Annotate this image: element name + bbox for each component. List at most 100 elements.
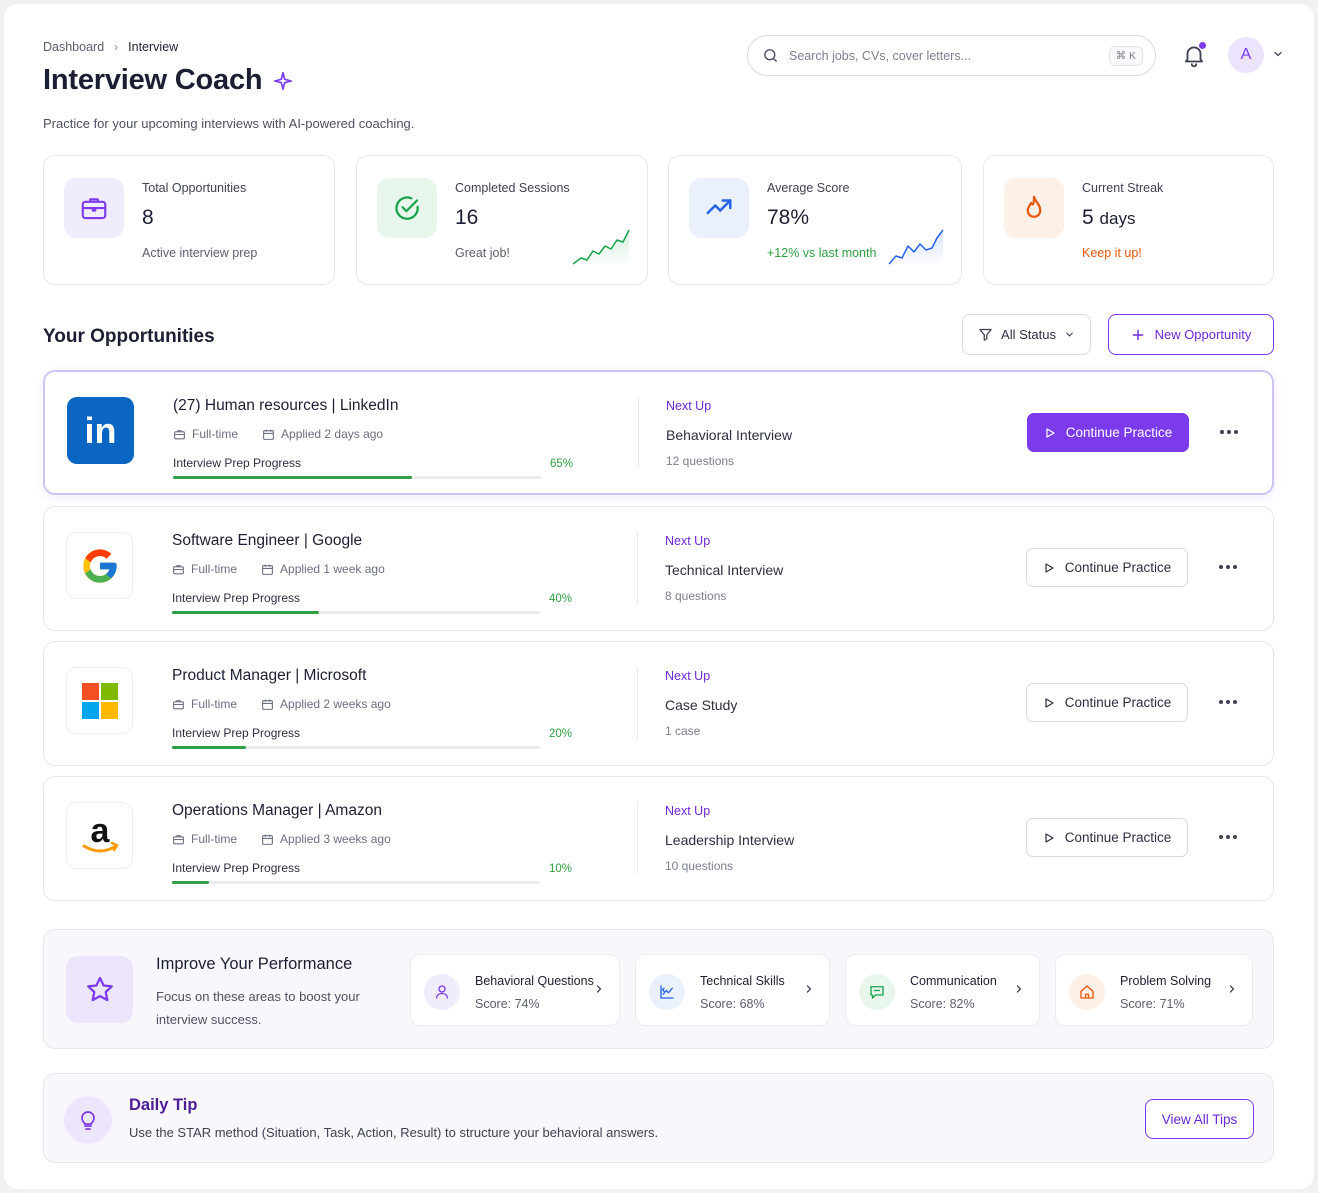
opportunity-title[interactable]: Operations Manager | Amazon (172, 802, 382, 820)
briefcase-icon (173, 564, 184, 574)
briefcase-icon (64, 178, 124, 238)
progress-track (172, 746, 540, 749)
opportunity-card-linkedin[interactable]: in (27) Human resources | LinkedIn Full-… (43, 370, 1274, 495)
search-shortcut: ⌘ K (1108, 45, 1143, 66)
more-options-icon[interactable] (1216, 692, 1240, 712)
next-up-session: Behavioral Interview (666, 427, 793, 443)
job-type: Full-time (191, 562, 238, 576)
play-icon (1045, 562, 1054, 573)
progress-percent: 10% (549, 863, 573, 875)
opportunity-title[interactable]: Product Manager | Microsoft (172, 667, 366, 685)
briefcase-icon (173, 834, 184, 844)
stat-value: 8 (142, 206, 154, 229)
focus-area-behavioral[interactable]: Behavioral Questions Score: 74% (410, 954, 620, 1026)
card-divider (637, 802, 638, 874)
avatar[interactable]: A (1228, 37, 1264, 73)
progress-label: Interview Prep Progress (172, 726, 301, 740)
opportunity-title[interactable]: (27) Human resources | LinkedIn (173, 397, 398, 415)
opportunity-meta: Full-time Applied 2 weeks ago (172, 697, 391, 711)
search-input[interactable] (789, 48, 1099, 63)
stat-label: Current Streak (1082, 181, 1164, 195)
progress-fill (172, 746, 246, 749)
focus-area-score: Score: 71% (1120, 997, 1185, 1011)
stat-card-average-score: Average Score 78% +12% vs last month (668, 155, 962, 285)
linkedin-logo: in (67, 397, 134, 464)
new-opportunity-button[interactable]: New Opportunity (1108, 314, 1274, 355)
focus-area-problem-solving[interactable]: Problem Solving Score: 71% (1055, 954, 1253, 1026)
more-options-icon[interactable] (1216, 827, 1240, 847)
focus-area-name: Communication (910, 974, 997, 988)
next-up-count: 12 questions (666, 454, 735, 468)
notification-dot (1199, 42, 1206, 49)
microsoft-logo (66, 667, 133, 734)
opportunity-title[interactable]: Software Engineer | Google (172, 532, 362, 550)
chevron-down-icon[interactable] (1272, 48, 1284, 60)
daily-tip-panel: Daily Tip Use the STAR method (Situation… (43, 1073, 1274, 1163)
daily-tip-text: Use the STAR method (Situation, Task, Ac… (129, 1125, 659, 1140)
stat-value: 5 days (1082, 206, 1135, 230)
continue-practice-button[interactable]: Continue Practice (1027, 413, 1189, 452)
progress-track (173, 476, 541, 479)
next-up-count: 1 case (665, 724, 701, 738)
svg-text:a: a (90, 812, 110, 850)
page-title-text: Interview Coach (43, 64, 263, 96)
view-all-tips-button[interactable]: View All Tips (1145, 1099, 1254, 1139)
chat-icon (859, 974, 895, 1010)
amazon-logo: a (66, 802, 133, 869)
stat-note: Keep it up! (1082, 246, 1142, 260)
page-title: Interview Coach (43, 64, 294, 97)
breadcrumb: Dashboard › Interview (43, 40, 178, 54)
job-type: Full-time (192, 427, 239, 441)
card-divider (637, 532, 638, 604)
continue-practice-label: Continue Practice (1065, 425, 1173, 440)
app-window: Dashboard › Interview Interview Coach Pr… (4, 4, 1314, 1189)
status-filter-label: All Status (1001, 327, 1056, 342)
calendar-icon (263, 429, 274, 440)
breadcrumb-dashboard[interactable]: Dashboard (43, 40, 104, 54)
opportunity-meta: Full-time Applied 1 week ago (172, 562, 385, 576)
applied-date: Applied 1 week ago (280, 562, 385, 576)
opportunity-card-amazon[interactable]: a Operations Manager | Amazon Full-time … (43, 776, 1274, 901)
applied-date: Applied 2 weeks ago (280, 697, 391, 711)
stat-note: Great job! (455, 246, 510, 260)
next-up-session: Case Study (665, 697, 738, 713)
continue-practice-button[interactable]: Continue Practice (1026, 683, 1188, 722)
progress-label: Interview Prep Progress (172, 591, 301, 605)
daily-tip-title: Daily Tip (129, 1096, 198, 1114)
status-filter-dropdown[interactable]: All Status (962, 314, 1091, 355)
focus-area-communication[interactable]: Communication Score: 82% (845, 954, 1040, 1026)
briefcase-icon (173, 699, 184, 709)
filter-icon (979, 328, 992, 341)
next-up-count: 8 questions (665, 589, 727, 603)
card-divider (637, 667, 638, 739)
stat-label: Average Score (767, 181, 850, 195)
more-options-icon[interactable] (1217, 422, 1241, 442)
stat-label: Total Opportunities (142, 181, 247, 195)
improve-performance-panel: Improve Your Performance Focus on these … (43, 929, 1274, 1049)
opportunity-card-google[interactable]: Software Engineer | Google Full-time App… (43, 506, 1274, 631)
job-type: Full-time (191, 697, 238, 711)
sparkline-score (888, 229, 944, 266)
search-icon (764, 49, 777, 62)
streak-number: 5 (1082, 206, 1094, 229)
more-options-icon[interactable] (1216, 557, 1240, 577)
continue-practice-button[interactable]: Continue Practice (1026, 818, 1188, 857)
focus-area-score: Score: 68% (700, 997, 765, 1011)
calendar-icon (262, 699, 273, 710)
search-bar[interactable]: ⌘ K (747, 35, 1156, 76)
person-icon (424, 974, 460, 1010)
breadcrumb-current: Interview (128, 40, 179, 54)
continue-practice-label: Continue Practice (1064, 830, 1172, 845)
improve-description: Focus on these areas to boost your inter… (156, 989, 360, 1027)
progress-label: Interview Prep Progress (172, 861, 301, 875)
continue-practice-button[interactable]: Continue Practice (1026, 548, 1188, 587)
progress-fill (172, 611, 320, 614)
progress-fill (173, 476, 413, 479)
progress-percent: 40% (549, 593, 573, 605)
opportunity-card-microsoft[interactable]: Product Manager | Microsoft Full-time Ap… (43, 641, 1274, 766)
new-opportunity-label: New Opportunity (1154, 327, 1252, 342)
focus-area-technical[interactable]: Technical Skills Score: 68% (635, 954, 830, 1026)
progress-track (172, 881, 540, 884)
calendar-icon (262, 564, 273, 575)
improve-title: Improve Your Performance (156, 955, 353, 973)
